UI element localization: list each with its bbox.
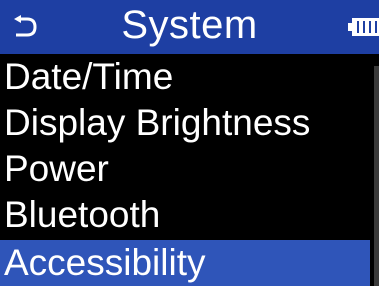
menu-item-power[interactable]: Power <box>0 146 370 192</box>
page-title: System <box>121 3 258 47</box>
menu-item-date-time[interactable]: Date/Time <box>0 54 370 100</box>
battery-icon <box>348 18 379 36</box>
menu-item-display-brightness[interactable]: Display Brightness <box>0 100 370 146</box>
scrollbar[interactable] <box>374 66 379 286</box>
menu-item-accessibility[interactable]: Accessibility <box>0 240 370 286</box>
system-menu: Date/Time Display Brightness Power Bluet… <box>0 54 379 286</box>
scrollbar-thumb[interactable] <box>374 66 379 286</box>
title-bar: System <box>0 0 379 54</box>
menu-item-bluetooth[interactable]: Bluetooth <box>0 192 370 238</box>
